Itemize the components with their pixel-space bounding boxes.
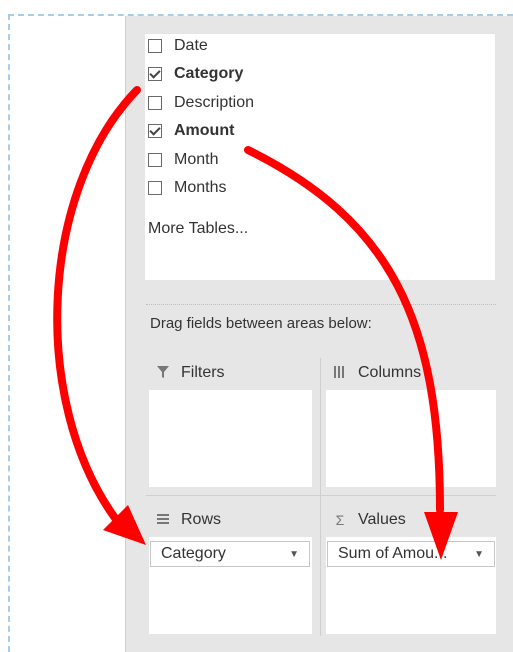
values-area-header: Σ Values	[332, 509, 406, 531]
field-label: Month	[174, 151, 219, 168]
field-amount[interactable]: Amount	[148, 120, 234, 142]
columns-area-header: Columns	[332, 362, 421, 384]
columns-icon	[332, 365, 348, 382]
field-description[interactable]: Description	[148, 92, 254, 114]
field-label: Category	[174, 65, 244, 82]
rows-field-pill[interactable]: Category ▼	[150, 541, 310, 567]
rows-pill-label: Category	[161, 545, 226, 562]
filters-area-header: Filters	[155, 362, 225, 384]
columns-label: Columns	[358, 364, 422, 381]
field-label: Amount	[174, 122, 235, 139]
dashed-border-left	[8, 14, 10, 652]
checkbox-date[interactable]	[148, 39, 162, 53]
checkbox-category[interactable]	[148, 67, 162, 81]
checkbox-months[interactable]	[148, 181, 162, 195]
chevron-down-icon[interactable]: ▼	[289, 549, 299, 560]
section-divider	[146, 304, 496, 305]
field-list: Date Category Description Amount Month M…	[145, 34, 495, 280]
values-pill-label: Sum of Amou...	[338, 545, 448, 562]
field-label: Date	[174, 37, 208, 54]
rows-icon	[155, 512, 171, 529]
values-label: Values	[358, 511, 406, 528]
area-divider-vertical	[320, 358, 321, 636]
field-months[interactable]: Months	[148, 177, 226, 199]
field-label: Months	[174, 179, 227, 196]
sigma-icon: Σ	[335, 512, 345, 528]
area-divider-horizontal	[146, 495, 496, 496]
filters-label: Filters	[181, 364, 225, 381]
field-category[interactable]: Category	[148, 63, 243, 85]
chevron-down-icon[interactable]: ▼	[474, 549, 484, 560]
checkbox-amount[interactable]	[148, 124, 162, 138]
checkbox-month[interactable]	[148, 153, 162, 167]
filter-icon	[155, 365, 171, 382]
checkbox-description[interactable]	[148, 96, 162, 110]
filters-drop-zone[interactable]	[149, 390, 312, 487]
drag-hint: Drag fields between areas below:	[150, 315, 372, 332]
more-tables-link[interactable]: More Tables...	[148, 220, 248, 238]
rows-label: Rows	[181, 511, 222, 528]
field-label: Description	[174, 94, 255, 111]
field-month[interactable]: Month	[148, 149, 218, 171]
values-field-pill[interactable]: Sum of Amou... ▼	[327, 541, 495, 567]
rows-area-header: Rows	[155, 509, 221, 531]
field-date[interactable]: Date	[148, 35, 208, 57]
columns-drop-zone[interactable]	[326, 390, 496, 487]
